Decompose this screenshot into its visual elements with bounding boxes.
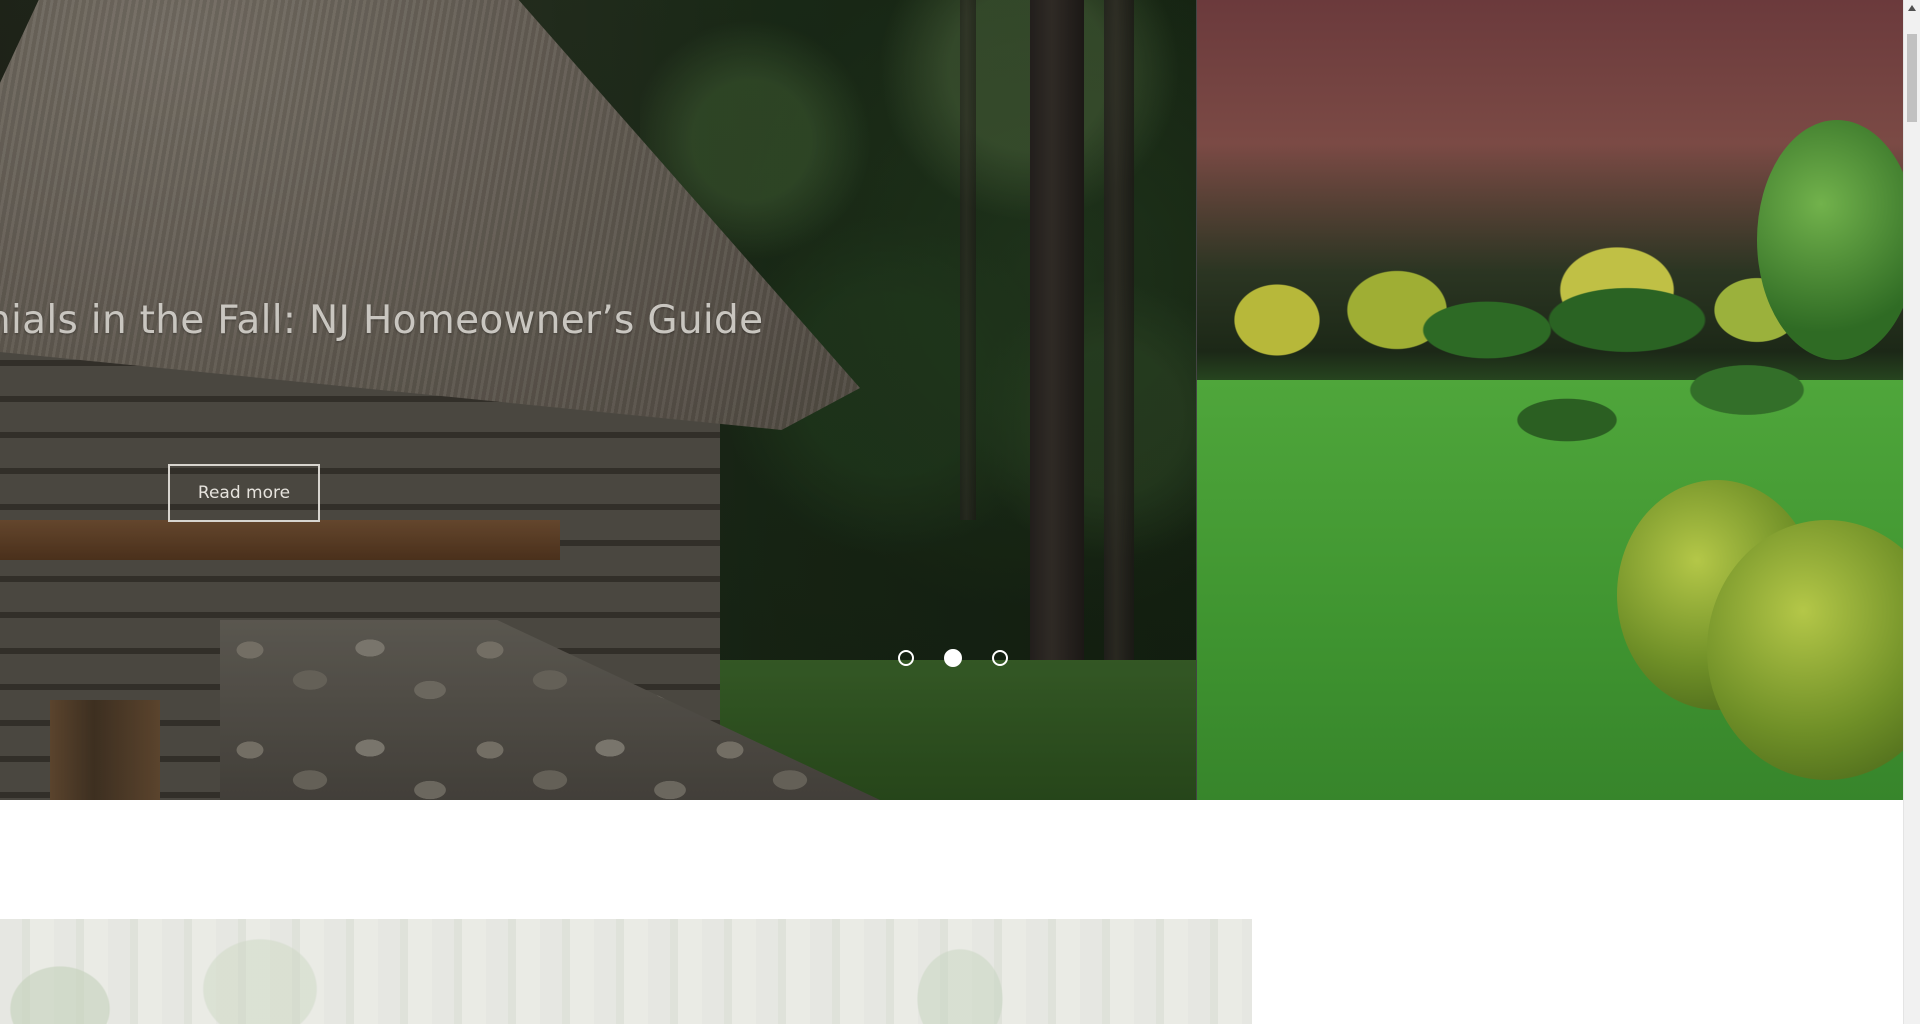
slide-overlay bbox=[0, 0, 1196, 800]
read-more-button[interactable]: Read more bbox=[168, 464, 320, 522]
page: nials in the Fall: NJ Homeowner’s Guide … bbox=[0, 0, 1920, 1024]
section-background-image bbox=[0, 919, 1252, 1024]
slide-title: nials in the Fall: NJ Homeowner’s Guide bbox=[0, 298, 764, 343]
slider-dot-1[interactable] bbox=[898, 650, 914, 666]
slide-image-garden bbox=[1196, 0, 1904, 800]
slide-image-thatched-hut bbox=[0, 0, 1196, 800]
page-scrollbar[interactable] bbox=[1903, 0, 1920, 1024]
slider-dot-2-active[interactable] bbox=[944, 649, 962, 667]
scroll-thumb[interactable] bbox=[1907, 34, 1917, 122]
scroll-up-arrow-icon[interactable] bbox=[1904, 0, 1920, 16]
slider-dot-3[interactable] bbox=[992, 650, 1008, 666]
hero-slider: nials in the Fall: NJ Homeowner’s Guide … bbox=[0, 0, 1904, 800]
slider-pagination bbox=[898, 649, 1008, 667]
